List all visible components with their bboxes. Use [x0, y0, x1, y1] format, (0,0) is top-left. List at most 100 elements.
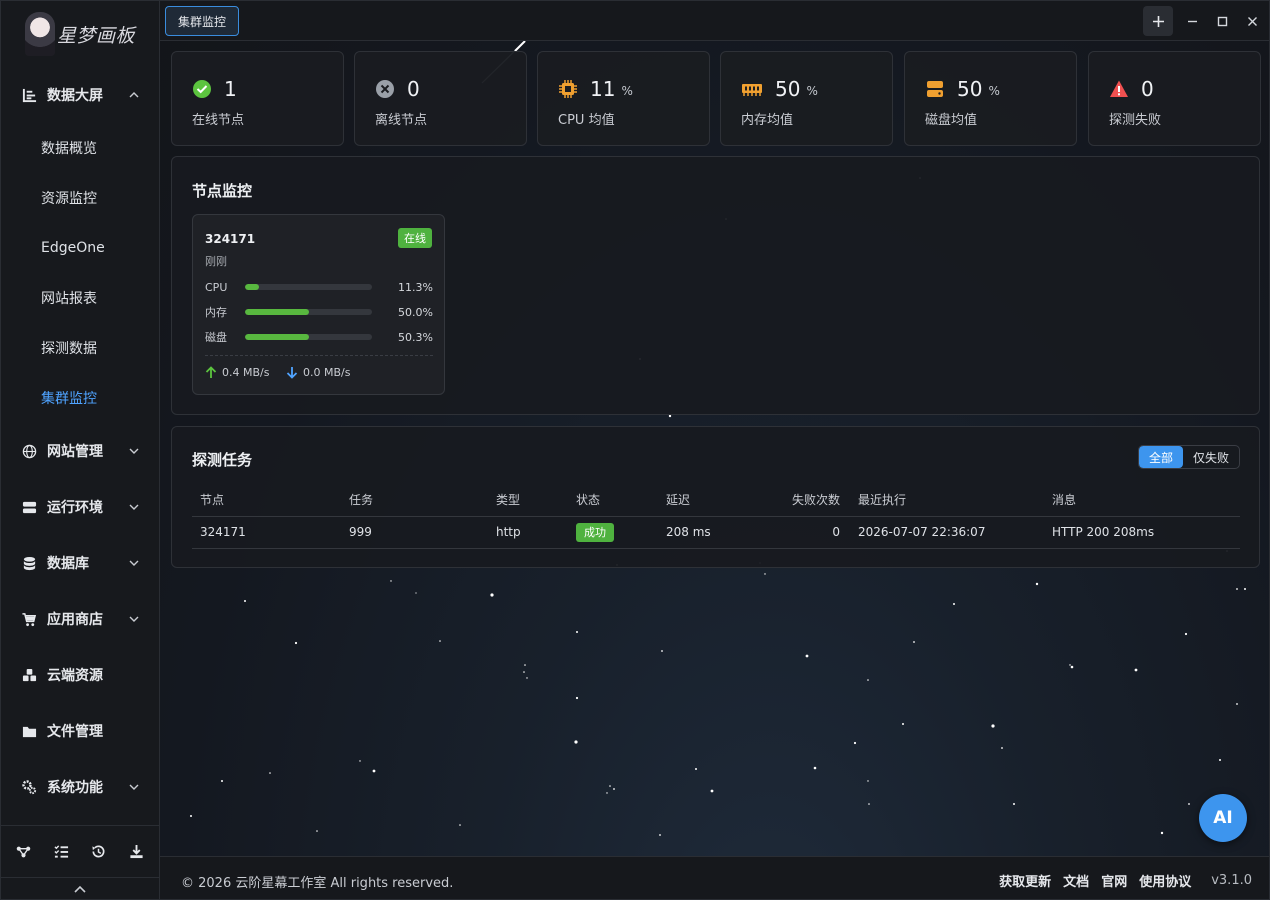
metric-label: 内存 [205, 306, 227, 319]
sidebar-group-label: 数据大屏 [47, 88, 103, 104]
sidebar-group-app-store[interactable]: 应用商店 [1, 591, 159, 647]
table-row[interactable]: 324171 999 http 成功 208 ms 0 2026-07-07 2… [192, 516, 1240, 549]
memory-icon [742, 84, 762, 96]
chart-bar-icon [21, 87, 37, 103]
panel-title: 节点监控 [192, 182, 253, 200]
sidebar-item-edgeone[interactable]: EdgeOne [1, 223, 159, 273]
new-tab-button[interactable] [1143, 6, 1173, 36]
stat-card-offline-nodes: 0 离线节点 [354, 51, 527, 146]
metric-memory: 内存 50.0% [205, 304, 433, 320]
close-icon [1247, 16, 1257, 26]
sidebar-item-resource-monitor[interactable]: 资源监控 [1, 173, 159, 223]
cell-status: 成功 [568, 516, 658, 549]
chevron-down-icon [129, 504, 139, 510]
cell-failures: 0 [748, 516, 848, 549]
globe-icon [21, 443, 37, 459]
stat-card-cpu-average: 11 % CPU 均值 [537, 51, 710, 146]
download-icon[interactable] [125, 841, 147, 863]
cell-task: 999 [341, 516, 488, 549]
sidebar-group-label: 运行环境 [47, 500, 103, 516]
minimize-button[interactable] [1177, 6, 1207, 36]
list-check-icon[interactable] [50, 841, 72, 863]
sidebar-item-cluster-monitor[interactable]: 集群监控 [1, 373, 159, 423]
filter-all-button[interactable]: 全部 [1138, 446, 1183, 468]
stat-unit: % [988, 84, 1000, 98]
sidebar-item-overview[interactable]: 数据概览 [1, 123, 159, 173]
cell-latency: 208 ms [658, 516, 748, 549]
app-window: 星梦画板 数据大屏 数据概览 资源监控 EdgeOne 网站报表 探测数据 集群… [0, 0, 1270, 900]
arrow-up-icon [205, 366, 217, 378]
progress-fill [245, 334, 309, 340]
database-icon [21, 555, 37, 571]
stat-value: 0 [1141, 77, 1154, 101]
node-name: 324171 [205, 232, 256, 246]
disk-icon [927, 81, 943, 97]
footer-link-docs[interactable]: 文档 [1063, 871, 1089, 890]
sidebar-item-site-report[interactable]: 网站报表 [1, 273, 159, 323]
ai-assistant-button[interactable]: AI [1199, 794, 1247, 842]
sidebar-group-cloud-resources[interactable]: 云端资源 [1, 647, 159, 703]
column-header-node: 节点 [192, 484, 341, 517]
column-header-latency: 延迟 [658, 484, 748, 517]
folder-icon [21, 723, 37, 739]
progress-fill [245, 309, 309, 315]
sidebar-item-probe-data[interactable]: 探测数据 [1, 323, 159, 373]
sidebar-group-label: 系统功能 [47, 780, 103, 796]
brand-logo: 星梦画板 [25, 9, 137, 59]
node-card[interactable]: 324171 在线 刚刚 CPU 11.3% 内存 50.0% 磁盘 50.3% [192, 214, 445, 395]
sidebar-group-database[interactable]: 数据库 [1, 535, 159, 591]
progress-bar [245, 309, 372, 315]
metric-value: 11.3% [398, 280, 433, 294]
footer: © 2026 云阶星幕工作室 All rights reserved. 获取更新… [160, 856, 1269, 899]
maximize-button[interactable] [1207, 6, 1237, 36]
footer-link-website[interactable]: 官网 [1101, 871, 1127, 890]
metric-label: 磁盘 [205, 331, 227, 344]
filter-failed-only-button[interactable]: 仅失败 [1183, 446, 1239, 468]
chevron-down-icon [129, 448, 139, 454]
chevron-up-icon [74, 885, 86, 893]
server-icon [21, 499, 37, 515]
logo-text: 星梦画板 [57, 24, 136, 47]
probe-task-table: 节点 任务 类型 状态 延迟 失败次数 最近执行 消息 324171 999 h [192, 484, 1240, 549]
plus-icon [1152, 15, 1164, 27]
footer-link-get-updates[interactable]: 获取更新 [999, 871, 1051, 890]
stat-value: 1 [224, 77, 237, 101]
stat-label: 在线节点 [192, 113, 245, 128]
sidebar-group-system[interactable]: 系统功能 [1, 759, 159, 815]
sidebar-collapse-button[interactable] [1, 877, 159, 899]
cell-message: HTTP 200 208ms [1044, 516, 1240, 549]
download-value: 0.0 MB/s [303, 366, 351, 379]
main-area: 集群监控 1 在线节点 0 离线节点 11 % CPU 均值 50 % 内存均值… [160, 1, 1269, 899]
column-header-status: 状态 [568, 484, 658, 517]
chevron-down-icon [129, 784, 139, 790]
warning-icon [1110, 80, 1128, 97]
sidebar-group-runtime[interactable]: 运行环境 [1, 479, 159, 535]
stat-value: 50 [957, 77, 983, 101]
share-nodes-icon[interactable] [13, 841, 35, 863]
footer-link-terms[interactable]: 使用协议 [1139, 871, 1191, 890]
metric-disk: 磁盘 50.3% [205, 329, 433, 345]
sidebar-group-file-management[interactable]: 文件管理 [1, 703, 159, 759]
stat-card-memory-average: 50 % 内存均值 [720, 51, 893, 146]
history-icon[interactable] [88, 841, 110, 863]
node-monitor-panel: 节点监控 324171 在线 刚刚 CPU 11.3% 内存 50.0% 磁盘 [171, 156, 1260, 415]
column-header-message: 消息 [1044, 484, 1240, 517]
minimize-icon [1187, 20, 1197, 22]
status-badge: 成功 [576, 523, 614, 542]
stat-label: 探测失败 [1109, 113, 1162, 128]
progress-bar [245, 284, 372, 290]
maximize-icon [1217, 16, 1227, 26]
stat-unit: % [621, 84, 633, 98]
top-tab-bar: 集群监控 [160, 1, 1269, 41]
sidebar-group-data-screen[interactable]: 数据大屏 [1, 67, 159, 123]
stat-value: 50 [775, 77, 801, 101]
version-label: v3.1.0 [1211, 873, 1252, 888]
sidebar-group-site-management[interactable]: 网站管理 [1, 423, 159, 479]
sidebar-group-label: 数据库 [47, 556, 89, 572]
status-badge: 在线 [398, 228, 432, 248]
cell-type: http [488, 516, 568, 549]
close-button[interactable] [1237, 6, 1267, 36]
tab-cluster-monitor[interactable]: 集群监控 [165, 6, 240, 36]
stat-label: 磁盘均值 [925, 113, 978, 128]
sidebar: 星梦画板 数据大屏 数据概览 资源监控 EdgeOne 网站报表 探测数据 集群… [1, 1, 160, 899]
